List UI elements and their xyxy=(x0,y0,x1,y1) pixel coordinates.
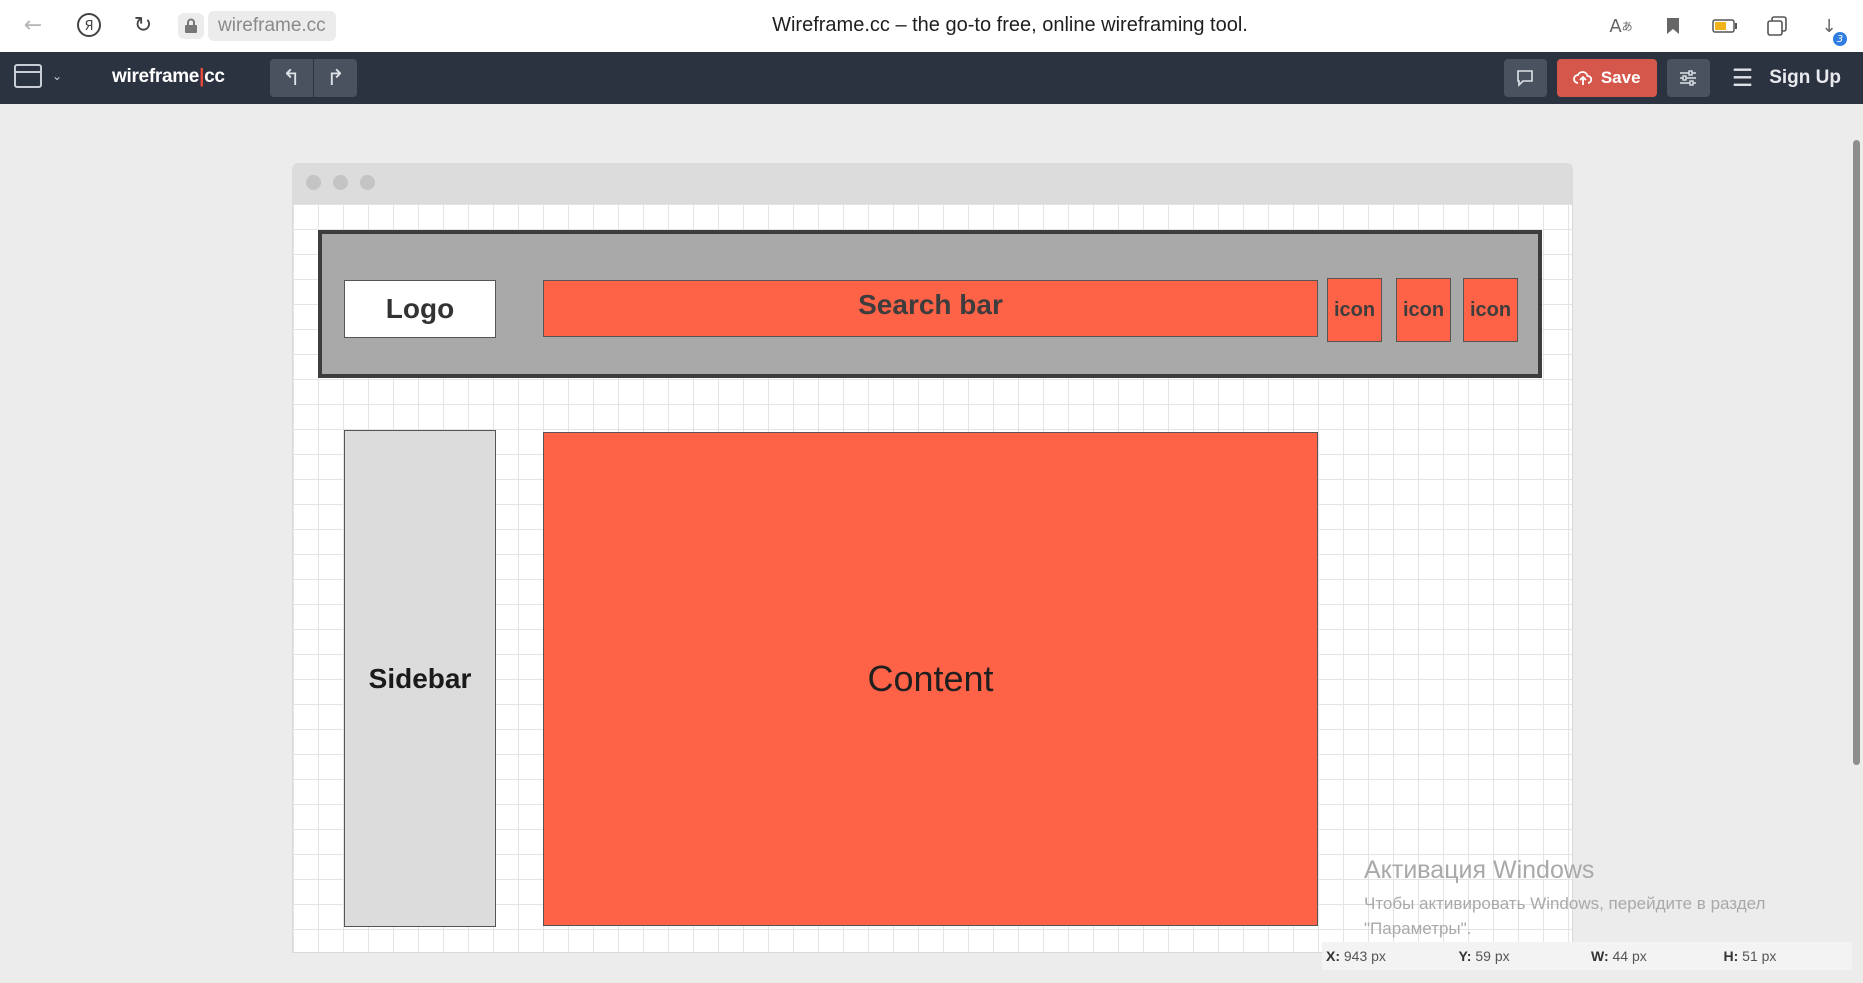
browser-actions: Aあ ↓ 3 xyxy=(1607,12,1847,46)
downloads-icon[interactable]: ↓ 3 xyxy=(1815,12,1847,46)
h-readout: H: 51 px xyxy=(1723,948,1777,964)
redo-icon[interactable]: ↱ xyxy=(314,59,357,97)
window-dots xyxy=(306,175,375,190)
y-readout: Y: 59 px xyxy=(1458,948,1510,964)
w-readout: W: 44 px xyxy=(1591,948,1647,964)
yandex-icon[interactable]: Я xyxy=(74,10,104,40)
save-label: Save xyxy=(1600,68,1641,87)
chevron-down-icon: ⌄ xyxy=(52,69,63,83)
comment-icon[interactable] xyxy=(1503,59,1547,97)
content-shape[interactable]: Content xyxy=(543,432,1318,926)
brand-logo[interactable]: wireframe|cc xyxy=(112,66,225,88)
save-button[interactable]: Save xyxy=(1556,59,1657,97)
toolbar-actions: Save ☰ Sign Up xyxy=(1503,59,1841,97)
browser-frame-titlebar xyxy=(292,163,1573,203)
window-type-dropdown[interactable]: ⌄ xyxy=(14,64,62,88)
icon-shape-1[interactable]: icon xyxy=(1327,278,1382,342)
collections-icon[interactable] xyxy=(1763,12,1791,40)
sidebar-shape[interactable]: Sidebar xyxy=(344,430,496,927)
url-text[interactable]: wireframe.cc xyxy=(208,11,336,41)
activation-body: Чтобы активировать Windows, перейдите в … xyxy=(1364,894,1766,938)
back-arrow-icon[interactable]: ← xyxy=(18,10,48,40)
selection-info-bar: X: 943 px Y: 59 px W: 44 px H: 51 px xyxy=(1322,942,1852,970)
browser-window-icon xyxy=(14,64,42,88)
app-toolbar: ⌄ wireframe|cc ↰ ↱ Save ☰ Sign Up xyxy=(0,52,1863,104)
bookmark-icon[interactable] xyxy=(1659,12,1687,40)
brand-main: wireframe xyxy=(112,66,200,87)
activation-title: Активация Windows xyxy=(1364,856,1595,884)
undo-icon[interactable]: ↰ xyxy=(270,59,314,97)
icon-shape-3[interactable]: icon xyxy=(1463,278,1518,342)
downloads-badge: 3 xyxy=(1833,32,1847,46)
icon-shape-2[interactable]: icon xyxy=(1396,278,1451,342)
svg-text:Я: Я xyxy=(84,19,93,34)
reload-icon[interactable]: ↻ xyxy=(128,10,158,40)
browser-chrome: ← Я ↻ wireframe.cc Wireframe.cc – the go… xyxy=(0,0,1863,53)
sign-up-link[interactable]: Sign Up xyxy=(1769,67,1841,89)
search-bar-shape[interactable]: Search bar xyxy=(543,280,1318,337)
hamburger-menu-icon[interactable]: ☰ xyxy=(1732,64,1754,92)
logo-shape[interactable]: Logo xyxy=(344,280,496,338)
brand-suffix: cc xyxy=(204,66,225,87)
page-title: Wireframe.cc – the go-to free, online wi… xyxy=(772,14,1248,36)
address-bar[interactable]: wireframe.cc xyxy=(178,11,336,41)
sliders-icon[interactable] xyxy=(1666,59,1710,97)
windows-activation-watermark: Активация Windows Чтобы активировать Win… xyxy=(1364,856,1794,941)
cloud-upload-icon xyxy=(1572,71,1592,85)
scrollbar-thumb[interactable] xyxy=(1853,140,1860,765)
translate-icon[interactable]: Aあ xyxy=(1607,12,1635,40)
battery-icon xyxy=(1711,12,1739,40)
undo-redo-group: ↰ ↱ xyxy=(270,59,357,97)
lock-icon[interactable] xyxy=(178,13,204,39)
x-readout: X: 943 px xyxy=(1326,948,1386,964)
